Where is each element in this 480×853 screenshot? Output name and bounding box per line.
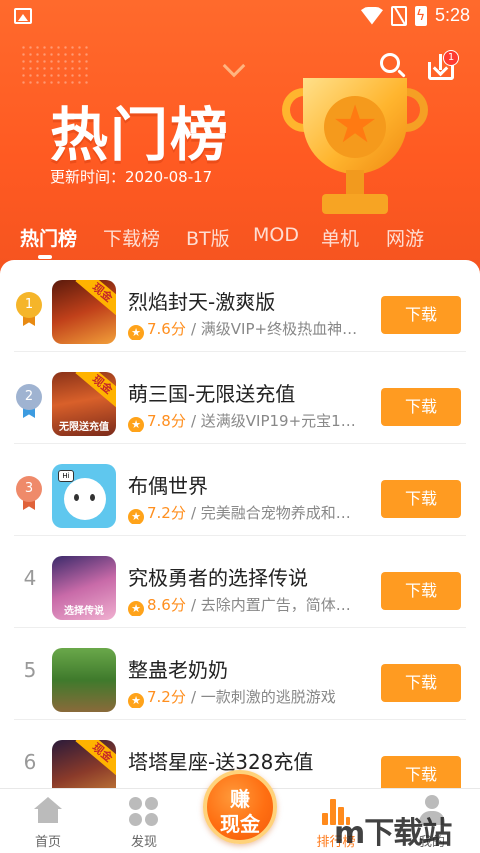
- game-icon[interactable]: 现金: [52, 280, 116, 344]
- no-sim-icon: [390, 5, 407, 26]
- score: 7.2分: [147, 688, 186, 706]
- game-meta: ★ 7.2分 / 完美融合宠物养成和…: [128, 502, 364, 524]
- icon-caption: 选择传说: [64, 606, 104, 617]
- wifi-icon: [360, 6, 383, 25]
- trophy-illustration: ★: [278, 78, 428, 228]
- rating-star-icon: ★: [128, 601, 144, 616]
- ranking-tabs: 热门榜 下载榜 BT版 MOD 单机 网游: [0, 210, 480, 262]
- game-description: / 满级VIP+终极热血神…: [190, 320, 358, 338]
- active-tab-indicator: [38, 255, 52, 259]
- game-description: / 去除内置广告，简体…: [190, 596, 351, 614]
- rank-number: 6: [23, 750, 37, 774]
- download-button[interactable]: 下载: [381, 480, 461, 518]
- game-title[interactable]: 萌三国-无限送充值: [128, 378, 295, 407]
- nav-label: 发现: [130, 835, 157, 850]
- decorative-dots: [20, 44, 90, 84]
- game-meta: ★ 8.6分 / 去除内置广告，简体…: [128, 594, 364, 616]
- icon-caption: 无限送充值: [59, 422, 109, 433]
- rating-star-icon: ★: [128, 509, 144, 524]
- rating-star-icon: ★: [128, 417, 144, 432]
- download-button[interactable]: 下载: [381, 296, 461, 334]
- game-icon[interactable]: Hi: [52, 464, 116, 528]
- cash-tag: 现金: [75, 372, 116, 410]
- game-list: 1 现金 烈焰封天-激爽版 ★ 7.6分 / 满级VIP+终极热血神… 下载 2 …: [0, 260, 480, 788]
- rank-number: 4: [23, 566, 37, 590]
- star-icon: ★: [331, 95, 379, 155]
- score: 7.2分: [147, 504, 186, 522]
- nav-discover[interactable]: 发现: [96, 789, 192, 853]
- nav-home[interactable]: 首页: [0, 789, 96, 853]
- rank-badge: 2: [16, 384, 42, 410]
- tab-mod[interactable]: MOD: [253, 224, 299, 246]
- game-meta: ★ 7.2分 / 一款刺激的逃脱游戏: [128, 686, 364, 708]
- game-icon[interactable]: 现金: [52, 740, 116, 788]
- discover-icon: [129, 797, 159, 827]
- game-icon[interactable]: 现金 无限送充值: [52, 372, 116, 436]
- nav-label: 首页: [34, 835, 61, 850]
- page-title: 热门榜: [50, 101, 231, 169]
- score: 8.6分: [147, 596, 186, 614]
- search-icon[interactable]: [380, 53, 406, 79]
- cash-tag: 现金: [75, 280, 116, 318]
- chevron-down-icon: [222, 54, 246, 78]
- tab-single[interactable]: 单机: [321, 224, 359, 251]
- earn-cash-line2: 现金: [220, 812, 260, 836]
- cash-tag: 现金: [75, 740, 116, 778]
- game-meta: ★ 7.8分 / 送满级VIP19+元宝1…: [128, 410, 364, 432]
- watermark: m下载站: [334, 816, 452, 851]
- download-button[interactable]: 下载: [381, 756, 461, 788]
- update-time: 更新时间：2020-08-17: [50, 166, 212, 187]
- list-item[interactable]: 2 现金 无限送充值 萌三国-无限送充值 ★ 7.8分 / 送满级VIP19+元宝…: [0, 352, 480, 444]
- score: 7.6分: [147, 320, 186, 338]
- status-indicators: 5:28: [360, 5, 470, 26]
- list-item[interactable]: 4 选择传说 究极勇者的选择传说 ★ 8.6分 / 去除内置广告，简体… 下载: [0, 536, 480, 628]
- game-title[interactable]: 整蛊老奶奶: [128, 654, 228, 683]
- bronze-medal-icon: 3: [16, 476, 42, 510]
- update-time-label: 更新时间：: [50, 168, 126, 186]
- game-icon[interactable]: [52, 648, 116, 712]
- list-item[interactable]: 1 现金 烈焰封天-激爽版 ★ 7.6分 / 满级VIP+终极热血神… 下载: [0, 260, 480, 352]
- download-button[interactable]: 下载: [381, 572, 461, 610]
- rank-badge: 1: [16, 292, 42, 318]
- rating-star-icon: ★: [128, 693, 144, 708]
- game-meta: ★ 7.6分 / 满级VIP+终极热血神…: [128, 318, 364, 340]
- gold-medal-icon: 1: [16, 292, 42, 326]
- game-title[interactable]: 烈焰封天-激爽版: [128, 286, 275, 315]
- battery-charging-icon: [414, 5, 427, 26]
- list-item[interactable]: 3 Hi 布偶世界 ★ 7.2分 / 完美融合宠物养成和… 下载: [0, 444, 480, 536]
- game-description: / 一款刺激的逃脱游戏: [190, 688, 336, 706]
- silver-medal-icon: 2: [16, 384, 42, 418]
- tab-downloads[interactable]: 下载榜: [103, 224, 160, 251]
- tab-hot[interactable]: 热门榜: [20, 224, 77, 251]
- game-icon[interactable]: 选择传说: [52, 556, 116, 620]
- tab-online[interactable]: 网游: [386, 224, 424, 251]
- download-button[interactable]: 下载: [381, 664, 461, 702]
- game-description: / 完美融合宠物养成和…: [190, 504, 351, 522]
- download-button[interactable]: 下载: [381, 388, 461, 426]
- home-icon: [34, 797, 62, 825]
- score: 7.8分: [147, 412, 186, 430]
- rank-badge: 3: [16, 476, 42, 502]
- status-time: 5:28: [434, 5, 470, 25]
- update-time-date: 2020-08-17: [125, 168, 213, 186]
- earn-cash-button[interactable]: 赚 现金: [203, 770, 277, 844]
- rating-star-icon: ★: [128, 325, 144, 340]
- game-title[interactable]: 究极勇者的选择传说: [128, 562, 308, 591]
- rank-number: 5: [23, 658, 37, 682]
- download-count-badge: 1: [443, 50, 459, 66]
- gallery-notification-icon: [14, 8, 32, 24]
- game-description: / 送满级VIP19+元宝1…: [190, 412, 356, 430]
- list-item[interactable]: 5 整蛊老奶奶 ★ 7.2分 / 一款刺激的逃脱游戏 下载: [0, 628, 480, 720]
- status-bar: 5:28: [0, 0, 480, 34]
- game-title[interactable]: 塔塔星座-送328充值: [128, 746, 313, 775]
- tab-bt[interactable]: BT版: [186, 224, 230, 251]
- game-title[interactable]: 布偶世界: [128, 470, 208, 499]
